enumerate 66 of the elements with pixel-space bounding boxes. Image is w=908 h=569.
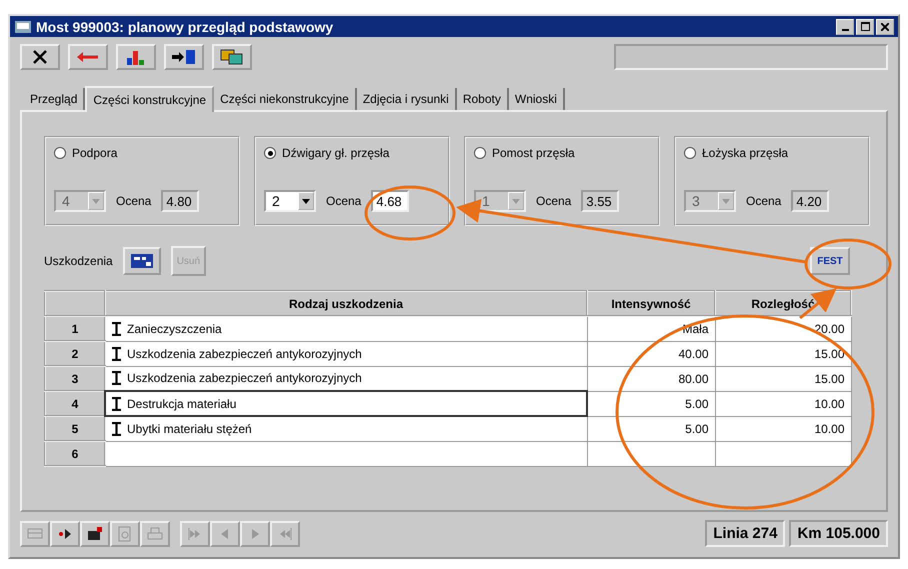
close-icon	[32, 48, 48, 65]
printer-icon	[146, 524, 164, 542]
minimize-icon	[842, 28, 848, 31]
text-cursor-icon	[112, 346, 121, 360]
text-cursor-icon	[112, 422, 121, 436]
text-cursor-icon	[112, 396, 121, 410]
status-field: Km 105.000	[789, 520, 888, 547]
arrow-right-icon	[171, 48, 197, 66]
row-number[interactable]: 2	[45, 341, 105, 366]
damages-label: Uszkodzenia	[44, 254, 113, 268]
corner-cell	[45, 291, 105, 316]
rating-label: Ocena	[326, 194, 362, 208]
dropdown-arrow-icon	[512, 198, 520, 204]
column-header: Rodzaj uszkodzenia	[105, 291, 587, 316]
radio-label: Dźwigary gł. przęsła	[282, 146, 390, 160]
row-number[interactable]: 5	[45, 416, 105, 441]
dropdown-arrow-icon	[722, 198, 730, 204]
intensity-cell: 5.00	[587, 391, 715, 416]
damage-cell: Destrukcja materiału	[105, 391, 587, 416]
form-icon	[130, 253, 154, 269]
text-cursor-icon	[112, 322, 121, 336]
intensity-cell: 40.00	[587, 341, 715, 366]
dropdown-arrow-icon	[92, 198, 100, 204]
radio-label: Łożyska przęsła	[702, 146, 788, 160]
text-cursor-icon	[112, 371, 121, 386]
row-number[interactable]: 3	[45, 366, 105, 391]
arrow-left-icon	[77, 50, 99, 63]
rating-field[interactable]: 4.68	[371, 190, 410, 212]
monitors-icon	[220, 48, 244, 66]
close-button[interactable]	[20, 44, 60, 70]
maximize-button[interactable]	[856, 18, 874, 35]
dropdown-arrow-icon	[302, 198, 310, 204]
radio-button[interactable]	[264, 147, 276, 159]
toolbar-button[interactable]	[50, 520, 80, 546]
status-field: Linia 274	[705, 520, 786, 547]
number-dropdown[interactable]: 2	[264, 190, 316, 212]
extent-cell: 15.00	[715, 366, 851, 391]
row-number[interactable]: 1	[45, 316, 105, 341]
fest-button[interactable]: FEST	[810, 247, 850, 275]
extent-cell: 10.00	[715, 416, 851, 441]
close-icon	[881, 22, 889, 31]
damage-cell: Zanieczyszczenia	[105, 316, 587, 341]
rating-label: Ocena	[536, 194, 572, 208]
rating-label: Ocena	[746, 194, 782, 208]
add-damage-button[interactable]	[122, 247, 161, 275]
maximize-icon	[860, 22, 870, 32]
chart-button[interactable]	[116, 44, 156, 70]
rating-label: Ocena	[116, 194, 152, 208]
window-title: Most 999003: planowy przegląd podstawowy	[36, 18, 334, 35]
minimize-button[interactable]	[836, 18, 854, 35]
back-button[interactable]	[68, 44, 108, 70]
monitors-button[interactable]	[212, 44, 252, 70]
extent-cell: 10.00	[715, 391, 851, 416]
intensity-cell: 80.00	[587, 366, 715, 391]
row-number[interactable]: 4	[45, 391, 105, 416]
damage-cell: Uszkodzenia zabezpieczeń antykorozyjnych	[105, 341, 587, 366]
column-header: Intensywność	[587, 291, 715, 316]
radio-label: Podpora	[72, 146, 118, 160]
export-button[interactable]	[164, 44, 204, 70]
app-icon	[14, 18, 32, 35]
damage-cell: Ubytki materiału stężeń	[105, 416, 587, 441]
row-number[interactable]: 6	[45, 441, 105, 466]
intensity-cell: 5.00	[587, 416, 715, 441]
tab[interactable]: Części konstrukcyjne	[85, 86, 214, 112]
toolbar-button[interactable]	[80, 520, 110, 546]
radio-label: Pomost przęsła	[492, 146, 575, 160]
